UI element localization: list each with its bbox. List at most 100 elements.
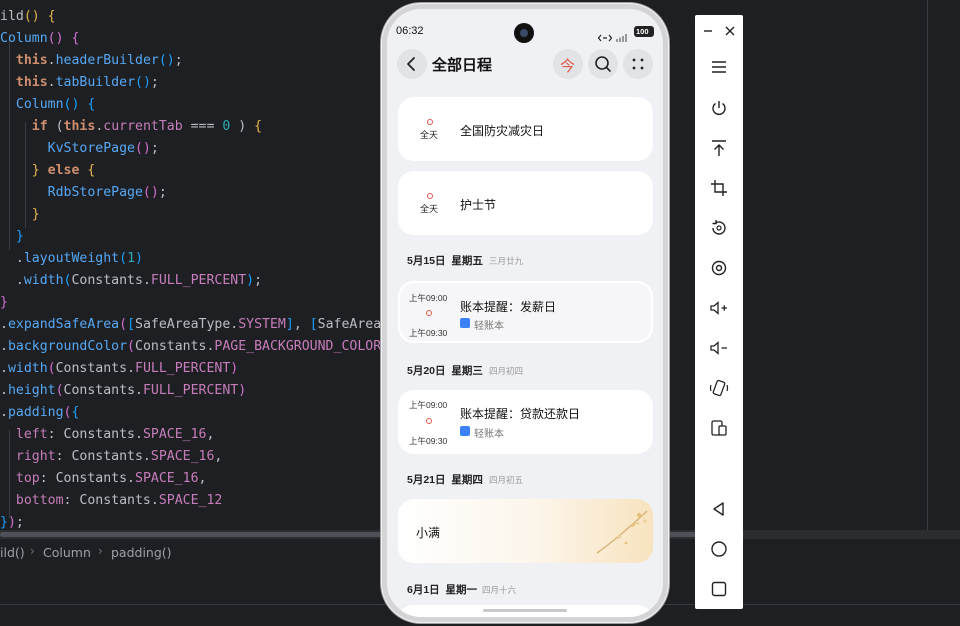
- code-token: width: [7, 361, 48, 376]
- event-card[interactable]: 全天 全国防灾减灾日: [398, 97, 653, 161]
- code-token: backgroundColor: [7, 339, 128, 354]
- chevron-right-icon: ›: [30, 544, 35, 558]
- code-token: .: [0, 339, 8, 354]
- code-token: ]: [285, 317, 294, 332]
- date-label: 5月20日: [407, 365, 446, 377]
- code-token: top: [15, 471, 40, 486]
- code-token: .: [0, 383, 8, 398]
- menu-icon[interactable]: [708, 56, 730, 78]
- code-token: Constants.: [71, 273, 151, 288]
- code-line[interactable]: ild() {: [0, 6, 56, 28]
- search-button[interactable]: [588, 49, 618, 79]
- date-header: 5月21日 星期四: [407, 472, 483, 487]
- code-token: ;: [150, 141, 159, 156]
- code-line[interactable]: this.headerBuilder();: [0, 50, 183, 72]
- code-token: else: [47, 163, 80, 178]
- code-token: (): [158, 53, 175, 68]
- phone-screen[interactable]: 06:32 100 全部日程 今 全天 全国防灾减灾日 全天 护士节 5月15日…: [387, 9, 663, 617]
- code-token: ;: [150, 75, 159, 90]
- event-dot: [427, 119, 433, 125]
- code-token: {: [71, 405, 80, 420]
- date-header: 6月1日 星期一: [407, 582, 477, 597]
- code-line[interactable]: }: [0, 204, 40, 226]
- battery-icon: 100: [634, 26, 654, 37]
- code-token: ,: [293, 317, 310, 332]
- code-line[interactable]: .width(Constants.FULL_PERCENT);: [0, 270, 262, 292]
- more-button[interactable]: [623, 49, 653, 79]
- code-token: Constants.: [55, 361, 136, 376]
- code-token: }: [31, 163, 40, 178]
- breadcrumb-item[interactable]: Column: [43, 545, 91, 560]
- screen-record-icon[interactable]: [708, 257, 730, 279]
- volume-down-icon[interactable]: [708, 337, 730, 359]
- event-card[interactable]: 上午09:00 上午09:30 账本提醒：贷款还款日 轻账本: [398, 390, 653, 454]
- code-line[interactable]: .layoutWeight(1): [0, 248, 143, 270]
- code-line[interactable]: right: Constants.SPACE_16,: [0, 446, 222, 468]
- code-line[interactable]: .backgroundColor(Constants.PAGE_BACKGROU…: [0, 336, 381, 358]
- chevron-left-icon: [407, 57, 415, 71]
- code-line[interactable]: bottom: Constants.SPACE_12: [0, 490, 222, 512]
- code-line[interactable]: this.tabBuilder();: [0, 72, 159, 94]
- code-line[interactable]: .height(Constants.FULL_PERCENT): [0, 380, 246, 402]
- crop-icon[interactable]: [708, 177, 730, 199]
- code-token: SYSTEM: [238, 317, 286, 332]
- nav-recent-icon[interactable]: [708, 578, 730, 600]
- code-line[interactable]: Column() {: [0, 94, 95, 116]
- rotate-icon[interactable]: [708, 217, 730, 239]
- code-line[interactable]: .expandSafeArea([SafeAreaType.SYSTEM], […: [0, 314, 381, 336]
- code-token: }: [0, 515, 8, 530]
- code-line[interactable]: .padding({: [0, 402, 79, 424]
- code-token: ,: [214, 449, 223, 464]
- app-label: 轻账本: [474, 321, 504, 332]
- pin-top-icon[interactable]: [708, 137, 730, 159]
- weekday-label: 星期五: [451, 255, 483, 267]
- code-token: SPACE_16: [135, 471, 199, 486]
- event-card[interactable]: 全天 护士节: [398, 171, 653, 235]
- nav-back-icon[interactable]: [708, 498, 730, 520]
- code-line[interactable]: top: Constants.SPACE_16,: [0, 468, 207, 490]
- code-token: [: [127, 317, 136, 332]
- status-time: 06:32: [396, 25, 424, 37]
- code-token: RdbStorePage: [47, 185, 143, 200]
- code-line[interactable]: RdbStorePage();: [0, 182, 167, 204]
- shake-icon[interactable]: [708, 377, 730, 399]
- code-token: .: [0, 251, 24, 266]
- code-line[interactable]: } else {: [0, 160, 96, 182]
- search-icon: [595, 56, 611, 72]
- code-token: Column: [0, 31, 48, 46]
- editor-right-gutter: [927, 0, 928, 538]
- nav-home-icon[interactable]: [708, 538, 730, 560]
- code-token: (): [23, 9, 40, 24]
- solar-term-card[interactable]: 小满: [398, 499, 653, 563]
- code-line[interactable]: left: Constants.SPACE_16,: [0, 424, 215, 446]
- solar-term-title: 小满: [416, 526, 441, 540]
- volume-up-icon[interactable]: [708, 297, 730, 319]
- breadcrumb-item[interactable]: ild(): [0, 545, 25, 560]
- code-token: .: [0, 405, 8, 420]
- code-token: ===: [182, 119, 223, 134]
- code-line[interactable]: KvStorePage();: [0, 138, 159, 160]
- minimize-icon[interactable]: [697, 20, 719, 42]
- code-token: ;: [174, 53, 183, 68]
- code-token: (): [63, 97, 80, 112]
- home-indicator[interactable]: [483, 609, 567, 612]
- code-line[interactable]: }: [0, 292, 8, 314]
- code-token: : Constants.: [63, 493, 159, 508]
- code-line[interactable]: .width(Constants.FULL_PERCENT): [0, 358, 238, 380]
- back-button[interactable]: [397, 49, 427, 79]
- close-icon[interactable]: [719, 20, 741, 42]
- code-line[interactable]: }: [0, 226, 24, 248]
- code-token: (): [135, 75, 151, 90]
- breadcrumb-item[interactable]: padding(): [111, 545, 172, 560]
- code-token: layoutWeight: [23, 251, 120, 266]
- code-line[interactable]: Column() {: [0, 28, 79, 50]
- today-button[interactable]: 今: [553, 49, 583, 79]
- event-card[interactable]: 上午09:00 上午09:30 账本提醒：发薪日 轻账本: [398, 281, 653, 343]
- multi-screen-icon[interactable]: [708, 417, 730, 439]
- code-line[interactable]: if (this.currentTab === 0 ) {: [0, 116, 262, 138]
- power-icon[interactable]: [708, 97, 730, 119]
